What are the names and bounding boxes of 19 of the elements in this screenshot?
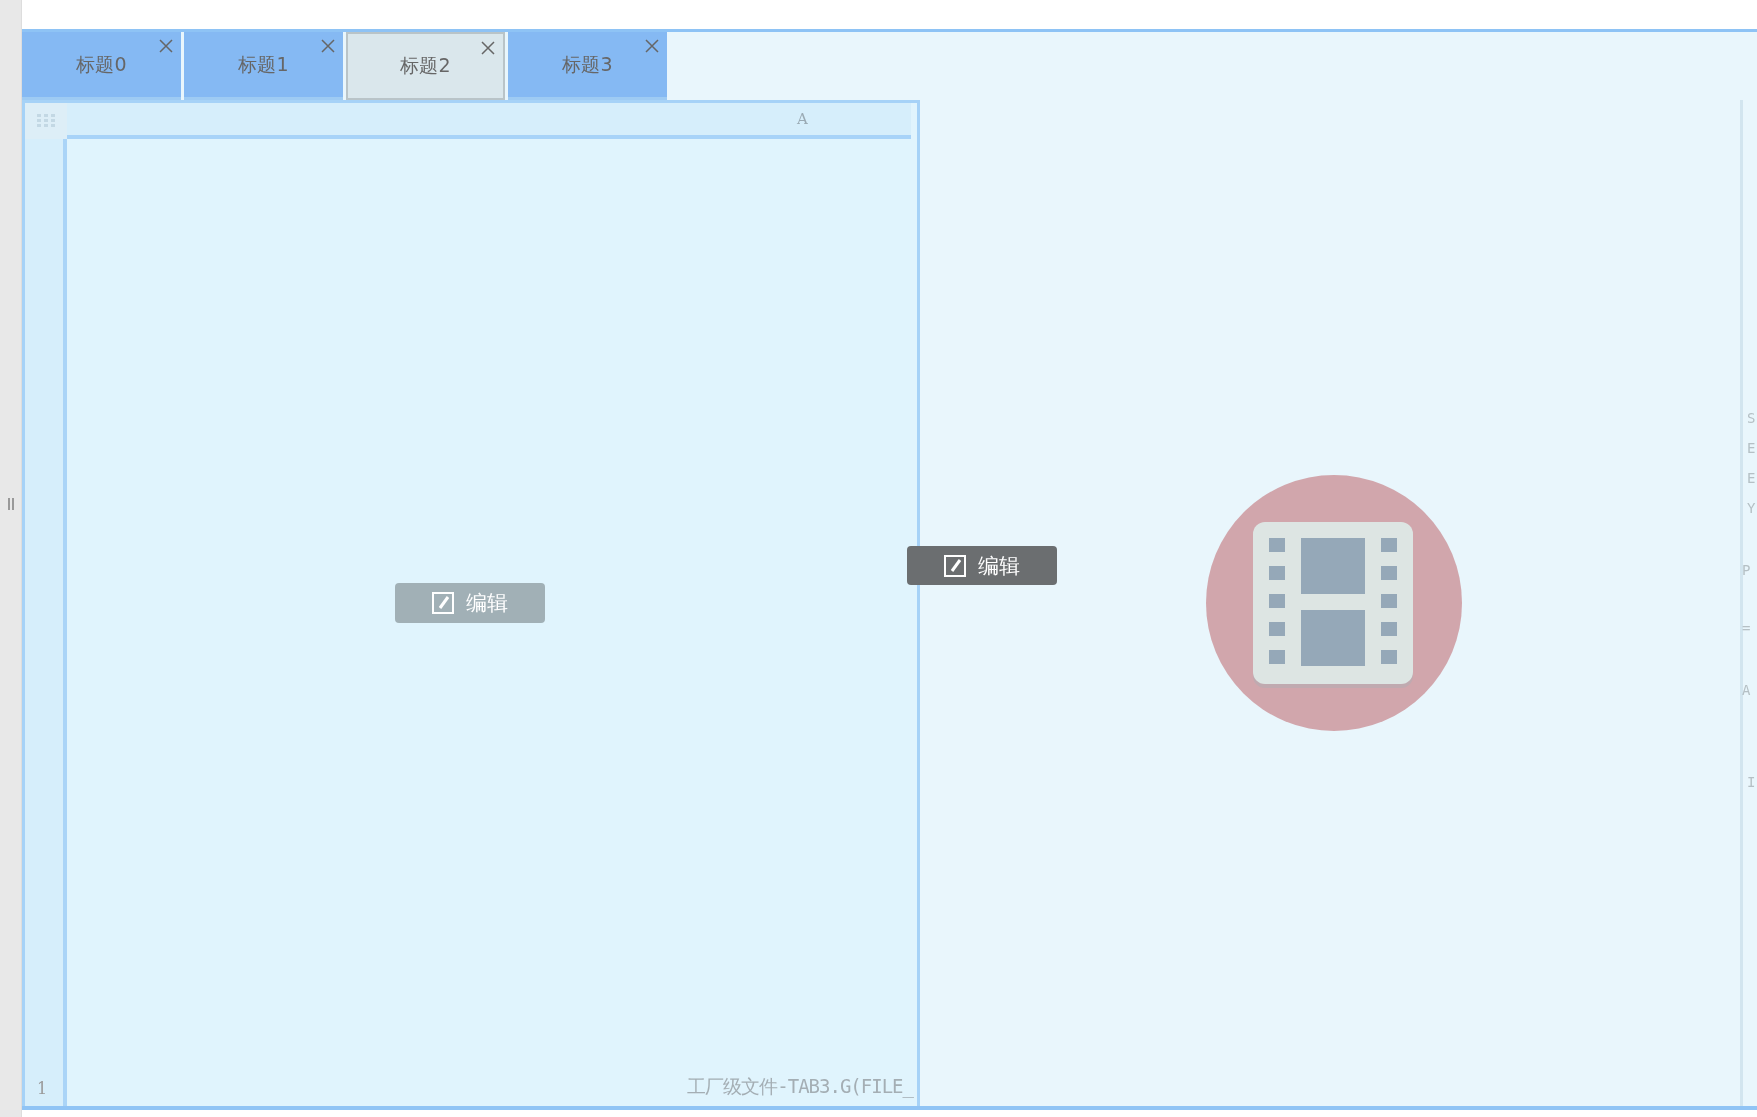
close-icon[interactable] <box>645 39 659 53</box>
edit-button[interactable]: 编辑 <box>907 546 1057 585</box>
close-icon[interactable] <box>481 41 495 55</box>
edit-icon <box>432 592 454 614</box>
edit-button[interactable]: 编辑 <box>395 583 545 623</box>
column-header: A <box>797 110 808 128</box>
file-name-text: 工厂级文件-TAB3.G(FILE_ <box>687 1074 913 1100</box>
splitter-grip-icon[interactable] <box>7 497 14 510</box>
tab[interactable]: 标题1 <box>184 32 343 100</box>
cut-off-text: = <box>1742 619 1752 638</box>
edit-icon <box>944 554 966 577</box>
tab[interactable]: 标题3 <box>508 32 667 100</box>
close-icon[interactable] <box>159 39 173 53</box>
row-number: 1 <box>37 1079 48 1098</box>
close-icon[interactable] <box>321 39 335 53</box>
tab[interactable]: 标题0 <box>22 32 181 100</box>
film-icon <box>1204 474 1463 732</box>
tab[interactable]: 标题2 <box>346 32 505 100</box>
grip-dots-icon <box>37 114 55 128</box>
